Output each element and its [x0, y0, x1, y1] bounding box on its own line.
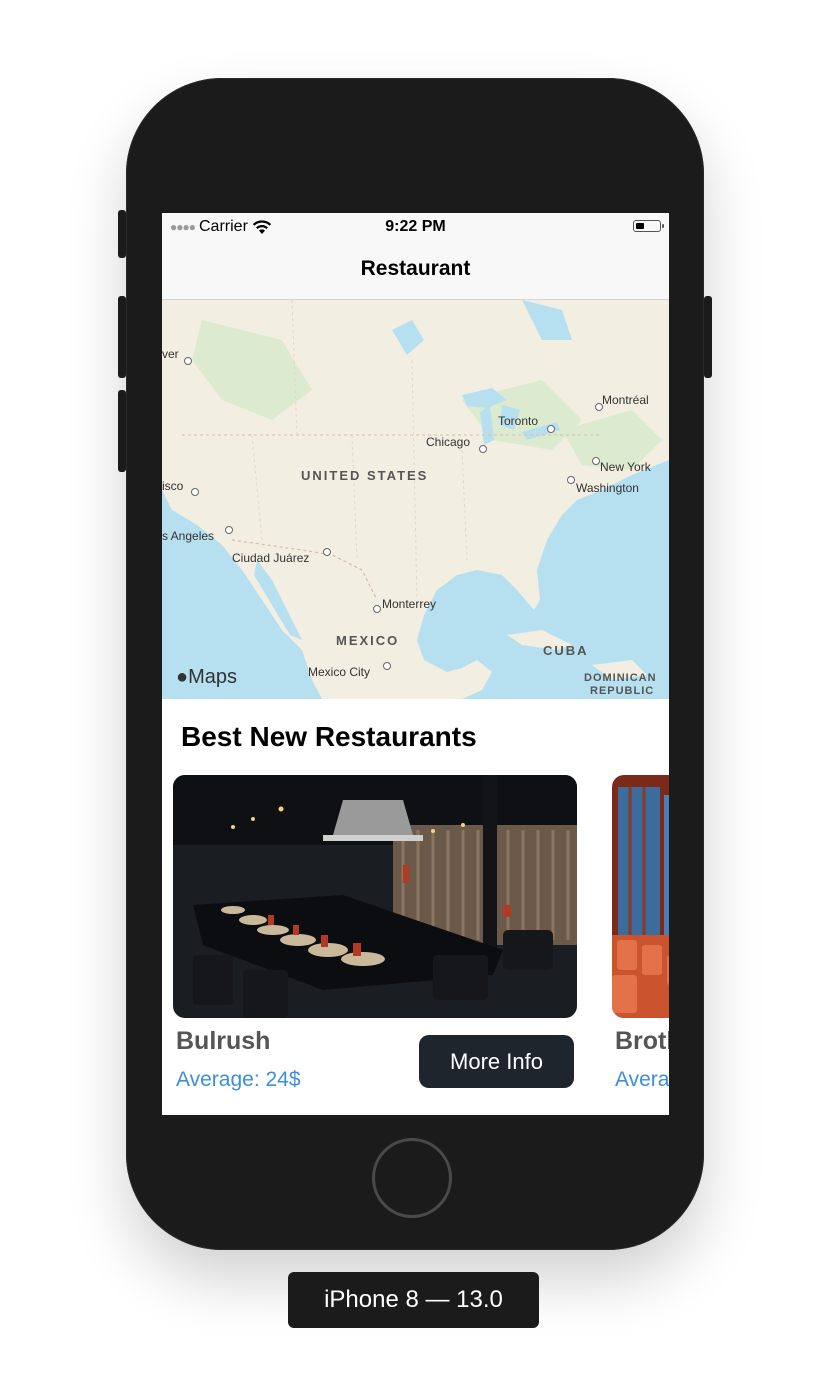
maps-logo-text: Maps: [188, 666, 237, 688]
country-label: UNITED STATES: [301, 468, 429, 483]
more-info-button[interactable]: More Info: [419, 1035, 574, 1088]
section-title: Best New Restaurants: [181, 721, 477, 752]
status-bar: ●●●● Carrier 9:22 PM: [162, 213, 669, 241]
city-label: Montréal: [602, 393, 649, 407]
city-marker: [547, 425, 555, 433]
mute-switch: [118, 210, 126, 258]
navigation-bar: Restaurant: [162, 241, 669, 300]
city-marker: [592, 457, 600, 465]
restaurant-photo: [173, 775, 577, 1018]
country-label: MEXICO: [336, 633, 400, 648]
city-label: Toronto: [498, 414, 539, 428]
city-label: Mexico City: [308, 665, 371, 679]
city-label: s Angeles: [162, 529, 215, 543]
city-marker: [225, 526, 233, 534]
home-button[interactable]: [372, 1138, 452, 1218]
city-label: New York: [600, 460, 651, 474]
restaurant-interior-image: [612, 775, 669, 1018]
clock: 9:22 PM: [385, 218, 446, 235]
battery-icon: [633, 220, 664, 232]
maps-logo: ●Maps: [176, 666, 237, 689]
city-marker: [567, 476, 575, 484]
city-label: ver: [162, 347, 179, 361]
volume-down-button: [118, 390, 126, 472]
country-label: CUBA: [543, 643, 589, 658]
restaurant-photo: [612, 775, 669, 1018]
device-label: iPhone 8 — 13.0: [288, 1272, 539, 1328]
restaurant-average-price: Average: [615, 1068, 669, 1091]
map-view[interactable]: ver Montréal Toronto Chicago New York Wa…: [162, 300, 669, 699]
city-marker: [184, 357, 192, 365]
city-marker: [479, 445, 487, 453]
restaurant-average-price: Average: 24$: [176, 1068, 301, 1091]
battery-level: [636, 223, 644, 229]
city-label: Washington: [576, 481, 639, 495]
map-land: [162, 300, 669, 699]
country-label: REPUBLIC: [590, 685, 655, 697]
restaurant-name: Bulrush: [176, 1027, 271, 1055]
city-label: Monterrey: [382, 597, 437, 611]
volume-up-button: [118, 296, 126, 378]
city-marker: [383, 662, 391, 670]
restaurant-name: Broth: [615, 1027, 669, 1055]
city-marker: [373, 605, 381, 613]
city-marker: [191, 488, 199, 496]
power-button: [704, 296, 712, 378]
app-screen: ●●●● Carrier 9:22 PM Restaurant ver Mont…: [162, 213, 669, 1115]
city-marker: [595, 403, 603, 411]
apple-logo-icon: ●: [176, 666, 189, 688]
city-label: isco: [162, 479, 184, 493]
restaurant-interior-image: [173, 775, 577, 1018]
country-label: DOMINICAN: [584, 672, 657, 684]
city-label: Chicago: [426, 435, 471, 449]
page-title: Restaurant: [360, 257, 471, 280]
city-marker: [323, 548, 331, 556]
city-label: Ciudad Juárez: [232, 551, 310, 565]
